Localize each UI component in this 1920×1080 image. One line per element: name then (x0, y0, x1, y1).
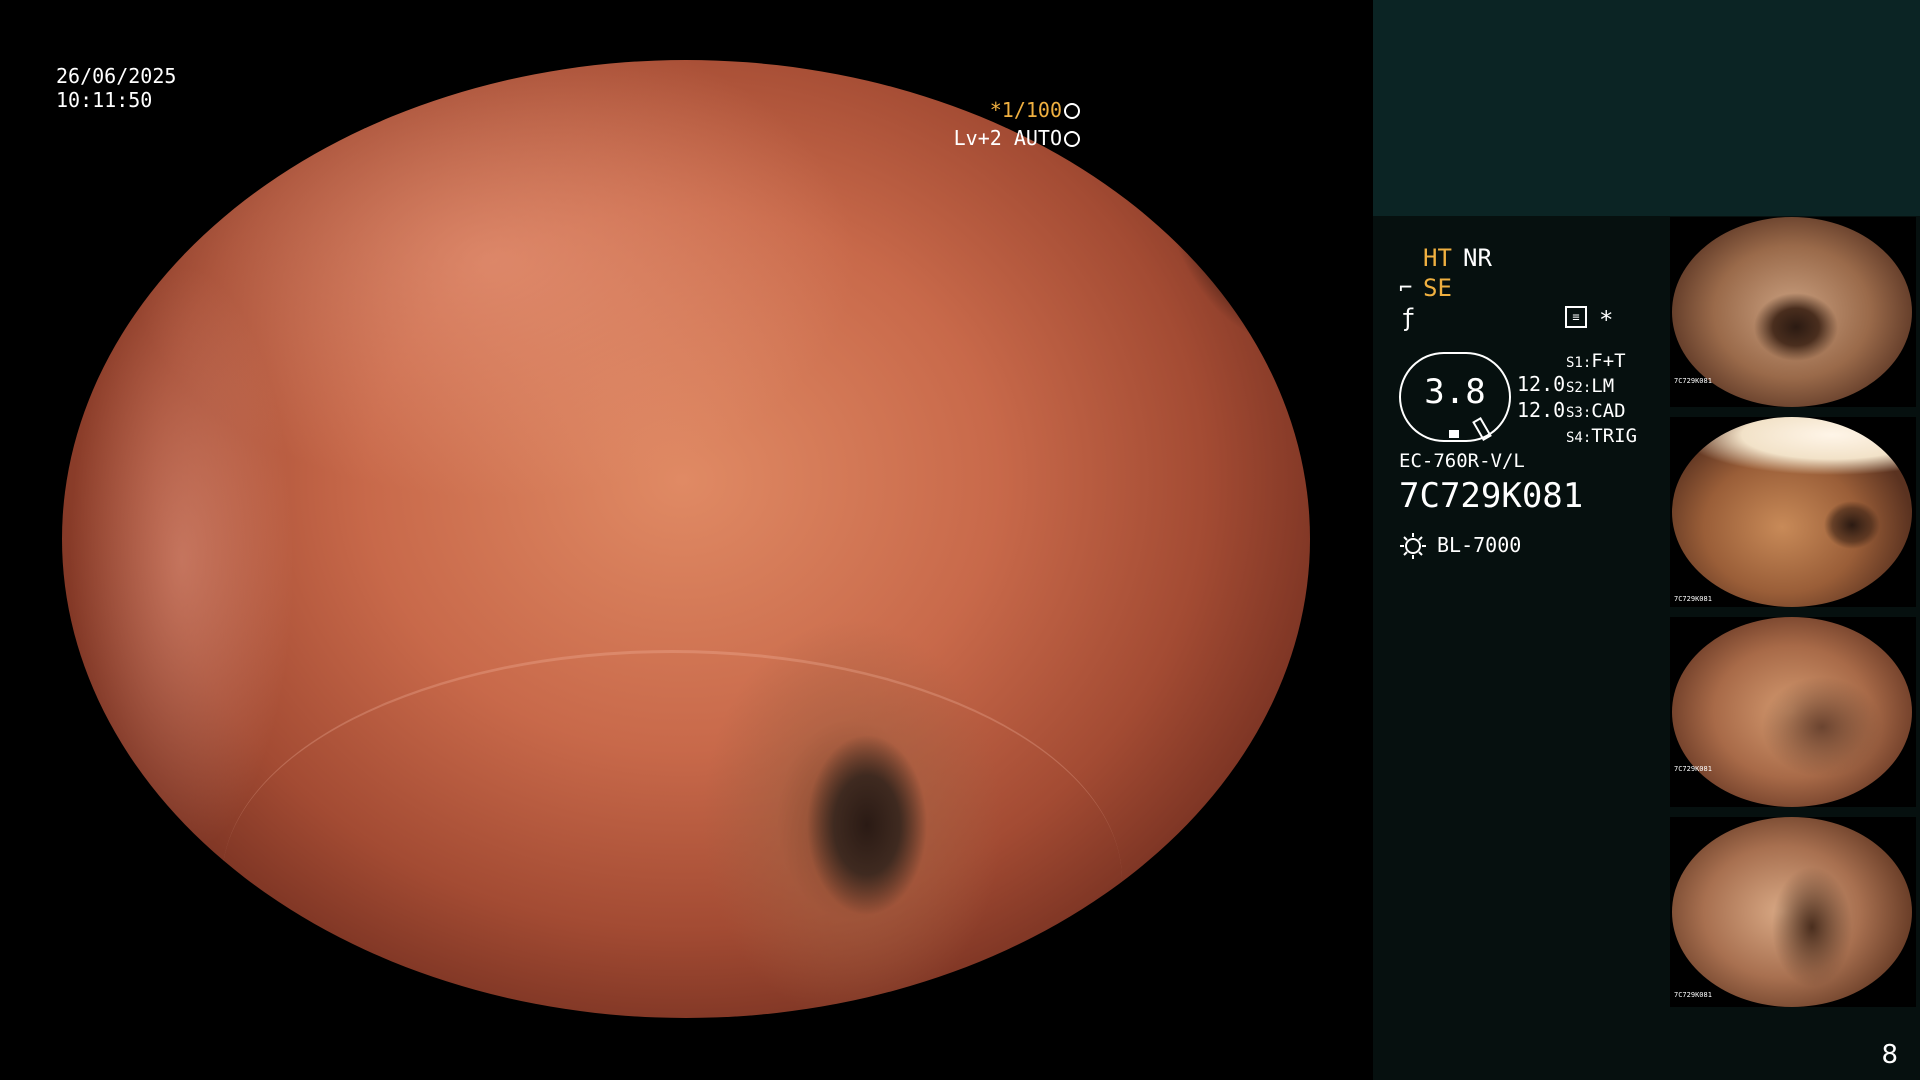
gauge: 3.8 (1399, 352, 1511, 442)
gauge-value: 3.8 (1424, 372, 1486, 412)
switch-key: S4: (1566, 430, 1592, 446)
thumbnail-image (1672, 817, 1912, 1007)
switch-key: S3: (1566, 405, 1592, 421)
filter-icon: ƒ (1401, 304, 1416, 332)
captured-image-thumbnail[interactable]: 7C729K081 (1670, 417, 1916, 607)
mode-icon: ≡ (1565, 306, 1587, 328)
thumbnail-serial: 7C729K081 (1674, 377, 1712, 385)
switch-value: LM (1591, 375, 1615, 397)
dark-region (1050, 60, 1310, 440)
gauge-tick (1472, 416, 1492, 442)
ht-label: HT (1423, 244, 1452, 272)
nr-label: NR (1463, 244, 1492, 272)
switch-value: CAD (1591, 400, 1626, 422)
page-number: 8 (1881, 1040, 1898, 1070)
scope-serial: 7C729K081 (1399, 476, 1584, 516)
time-text: 10:11:50 (56, 88, 153, 112)
thumbnail-serial: 7C729K081 (1674, 765, 1712, 773)
switch-1: S1:F+T (1566, 350, 1626, 372)
shutter-speed-text: *1/100 (989, 98, 1062, 122)
exposure-level: Lv+2 AUTO (954, 126, 1080, 150)
switch-key: S1: (1566, 355, 1592, 371)
shutter-icon (1064, 103, 1080, 119)
auto-exposure-icon (1064, 131, 1080, 147)
switch-value: TRIG (1591, 425, 1638, 447)
se-label: SE (1423, 274, 1452, 302)
panel-header (1373, 0, 1920, 216)
scope-model: EC-760R-V/L (1399, 450, 1525, 472)
light-source: BL-7000 (1437, 533, 1522, 557)
captured-image-thumbnail[interactable]: 7C729K081 (1670, 617, 1916, 807)
thumbnail-serial: 7C729K081 (1674, 595, 1712, 603)
lamp-icon (1400, 533, 1426, 559)
switch-3: S3:CAD (1566, 400, 1626, 422)
switch-4: S4:TRIG (1566, 425, 1637, 447)
enhancement-icon: ⌐ (1399, 276, 1413, 301)
exposure-level-text: Lv+2 AUTO (953, 126, 1062, 150)
shutter-speed: *1/100 (990, 98, 1080, 122)
endoscope-view (62, 60, 1310, 1018)
thumbnail-image (1672, 417, 1912, 607)
switch-value: F+T (1591, 350, 1626, 372)
thumbnail-image (1672, 617, 1912, 807)
captured-image-thumbnail[interactable]: 7C729K081 (1670, 217, 1916, 407)
thumbnail-serial: 7C729K081 (1674, 991, 1712, 999)
switch-2: S2:LM (1566, 375, 1614, 397)
gauge-marker (1449, 430, 1459, 438)
date-text: 26/06/2025 (56, 64, 177, 88)
value-1: 12.0 (1517, 372, 1566, 396)
captured-image-thumbnail[interactable]: 7C729K081 (1670, 817, 1916, 1007)
switch-key: S2: (1566, 380, 1592, 396)
star-indicator: * (1599, 306, 1614, 334)
value-2: 12.0 (1517, 398, 1566, 422)
